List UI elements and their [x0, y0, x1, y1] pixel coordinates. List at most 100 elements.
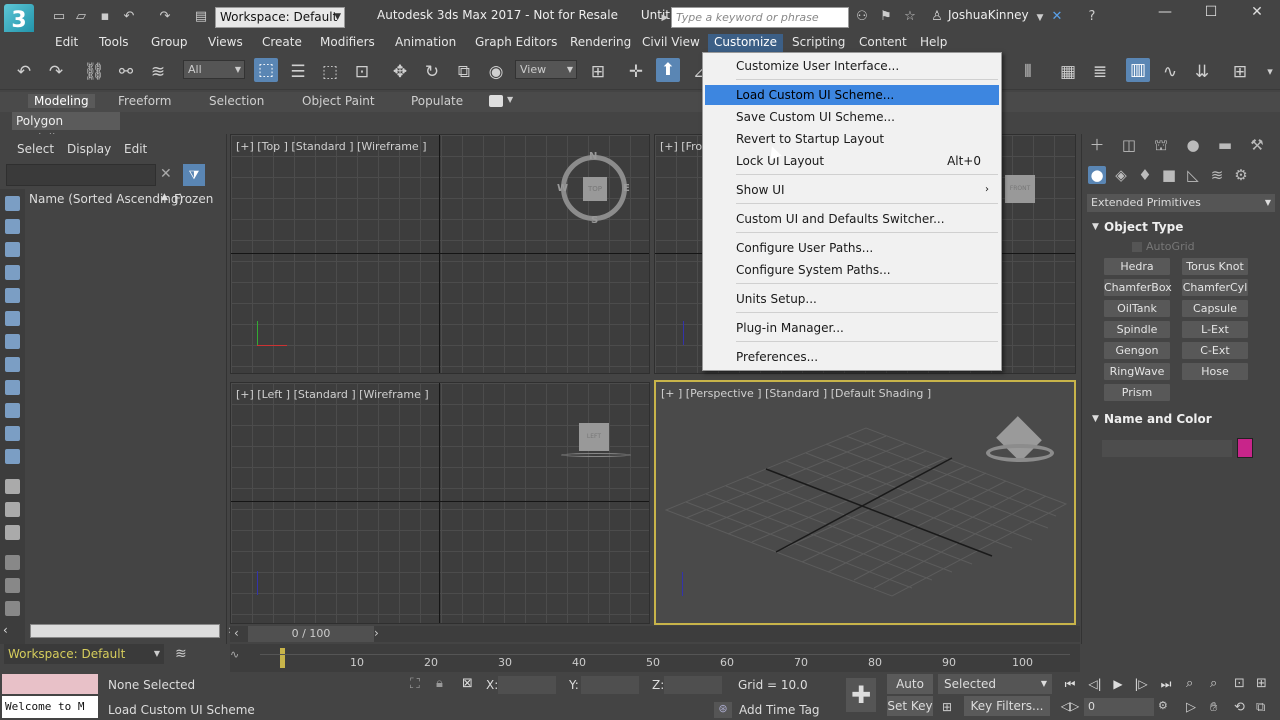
spindle-button[interactable]: Spindle — [1104, 321, 1170, 338]
display-spacewarps-icon[interactable] — [5, 311, 20, 326]
set-key-button[interactable]: Set Key — [887, 696, 933, 716]
play-icon[interactable]: ▶ — [1108, 677, 1128, 693]
maximize-button[interactable]: ☐ — [1196, 4, 1226, 24]
hierarchy-tab-icon[interactable]: ⛫ — [1152, 136, 1170, 154]
scene-tab-select[interactable]: Select — [17, 142, 54, 156]
display-helpers-icon[interactable] — [5, 288, 20, 303]
exchange-icon[interactable]: ✕ — [1048, 8, 1066, 26]
star-icon[interactable]: ☆ — [901, 8, 919, 26]
binoculars-icon[interactable]: ⚇ — [853, 8, 871, 26]
display-tab-icon[interactable]: ▬ — [1216, 136, 1234, 154]
tab-freeform[interactable]: Freeform — [118, 94, 171, 108]
scale-icon[interactable]: ⧉ — [452, 60, 476, 84]
key-filters-button[interactable]: Key Filters... — [964, 696, 1050, 716]
menu-rendering[interactable]: Rendering — [564, 34, 637, 52]
menu-revert-startup-layout[interactable]: Revert to Startup Layout — [703, 129, 1001, 149]
name-and-color-title[interactable]: Name and Color — [1104, 412, 1212, 426]
viewcube-front[interactable]: FRONT — [1005, 175, 1035, 203]
display-groups-icon[interactable] — [5, 334, 20, 349]
scene-explorer-toggle-icon[interactable]: ▦ — [1056, 60, 1080, 84]
filter-icon[interactable]: ⧩ — [183, 164, 205, 186]
viewport-top-label[interactable]: [+] [Top ] [Standard ] [Wireframe ] — [236, 140, 427, 153]
viewport-top[interactable]: [+] [Top ] [Standard ] [Wireframe ] TOP … — [230, 134, 650, 374]
torus-knot-button[interactable]: Torus Knot — [1182, 258, 1248, 275]
maxscript-output[interactable]: Welcome to M — [2, 696, 98, 718]
tab-object-paint[interactable]: Object Paint — [302, 94, 375, 108]
maximize-viewport-icon[interactable]: ⧉ — [1256, 700, 1265, 715]
user-name[interactable]: JoshuaKinney — [948, 8, 1029, 22]
modify-tab-icon[interactable]: ◫ — [1120, 136, 1138, 154]
current-frame-marker[interactable] — [280, 648, 285, 668]
link-icon[interactable]: ⛓ — [82, 60, 106, 84]
viewport-front-label[interactable]: [+] [Fro — [660, 140, 702, 153]
key-filter-small-icon[interactable]: ⊞ — [942, 700, 952, 714]
menu-show-ui[interactable]: Show UI › — [703, 180, 1001, 200]
zoom-extents-all-icon[interactable]: ⊞ — [1256, 676, 1267, 691]
l-ext-button[interactable]: L-Ext — [1182, 321, 1248, 338]
rollout-collapse-icon[interactable]: ▼ — [1092, 222, 1099, 232]
utilities-tab-icon[interactable]: ⚒ — [1248, 136, 1266, 154]
curve-editor-mini-icon[interactable]: ∿ — [230, 648, 239, 661]
workspace-dropdown[interactable]: Workspace: Default ▼ — [215, 7, 345, 28]
user-chevron-icon[interactable]: ▼ — [1031, 9, 1049, 27]
menu-content[interactable]: Content — [853, 34, 913, 52]
redo-icon[interactable]: ↷ — [44, 60, 68, 84]
hose-button[interactable]: Hose — [1182, 363, 1248, 380]
display-all-icon[interactable] — [5, 479, 20, 494]
display-hidden-icon[interactable] — [5, 449, 20, 464]
geometry-icon[interactable]: ● — [1088, 166, 1106, 184]
new-file-icon[interactable]: ▭ — [50, 8, 68, 26]
pivot-center-icon[interactable]: ⊞ — [586, 60, 610, 84]
menu-customize[interactable]: Customize — [708, 34, 783, 52]
redo-icon[interactable]: ↷ — [156, 8, 174, 26]
selection-lock-icon[interactable]: 🔒︎ — [436, 676, 443, 691]
set-key-big-icon[interactable]: ✚ — [846, 678, 876, 712]
menu-civil-view[interactable]: Civil View — [636, 34, 706, 52]
object-type-title[interactable]: Object Type — [1104, 220, 1183, 234]
zoom-all-icon[interactable]: ⌕ — [1210, 676, 1217, 691]
layer-explorer-icon[interactable]: ≣ — [1088, 60, 1112, 84]
ref-coord-dropdown[interactable]: View ▼ — [515, 60, 577, 79]
selection-region-icon[interactable]: ⬚ — [318, 60, 342, 84]
chevron-down-icon[interactable]: ▼ — [507, 95, 513, 104]
object-color-swatch[interactable] — [1237, 438, 1253, 458]
helpers-icon[interactable]: ◺ — [1184, 166, 1202, 184]
menu-tools[interactable]: Tools — [93, 34, 135, 52]
column-frozen[interactable]: Frozen — [174, 192, 213, 206]
undo-icon[interactable]: ↶ — [120, 8, 138, 26]
lights-icon[interactable]: ♦ — [1136, 166, 1154, 184]
time-slider[interactable]: ‹ 0 / 100 › — [230, 626, 1080, 642]
hedra-button[interactable]: Hedra — [1104, 258, 1170, 275]
x-coord-input[interactable] — [498, 676, 556, 694]
pan-icon[interactable]: ✋︎ — [1210, 700, 1217, 715]
display-xrefs-icon[interactable] — [5, 357, 20, 372]
bind-space-warp-icon[interactable]: ≋ — [146, 60, 170, 84]
rotate-icon[interactable]: ↻ — [420, 60, 444, 84]
tab-selection[interactable]: Selection — [209, 94, 264, 108]
toolbar-overflow-icon[interactable]: ▾ — [1258, 60, 1280, 84]
category-dropdown[interactable]: Extended Primitives ▼ — [1087, 194, 1275, 212]
clear-search-icon[interactable]: ✕ — [160, 166, 172, 182]
scene-tab-edit[interactable]: Edit — [124, 142, 147, 156]
scene-tab-display[interactable]: Display — [67, 142, 111, 156]
maxscript-listener-input[interactable] — [2, 674, 98, 694]
menu-scripting[interactable]: Scripting — [786, 34, 851, 52]
menu-views[interactable]: Views — [202, 34, 249, 52]
tab-modeling[interactable]: Modeling — [28, 94, 95, 108]
c-ext-button[interactable]: C-Ext — [1182, 342, 1248, 359]
schematic-view-icon[interactable]: ⇊ — [1190, 60, 1214, 84]
user-icon[interactable]: ♙ — [928, 8, 946, 26]
mirror-icon[interactable]: ⫴ — [1016, 60, 1040, 84]
menu-help[interactable]: Help — [914, 34, 953, 52]
select-by-name-icon[interactable]: ☰ — [286, 60, 310, 84]
menu-graph-editors[interactable]: Graph Editors — [469, 34, 563, 52]
next-frame-icon[interactable]: |▷ — [1131, 677, 1151, 693]
systems-icon[interactable]: ⚙ — [1232, 166, 1250, 184]
place-icon[interactable]: ◉ — [484, 60, 508, 84]
ribbon-toggle-icon[interactable]: ▥ — [1126, 58, 1150, 82]
ribbon-polygon-modeling[interactable]: Polygon Modeling — [12, 112, 120, 146]
autogrid-checkbox[interactable] — [1132, 242, 1142, 252]
add-time-tag[interactable]: Add Time Tag — [739, 703, 820, 717]
shapes-icon[interactable]: ◈ — [1112, 166, 1130, 184]
rollout-collapse-icon[interactable]: ▼ — [1092, 414, 1099, 424]
